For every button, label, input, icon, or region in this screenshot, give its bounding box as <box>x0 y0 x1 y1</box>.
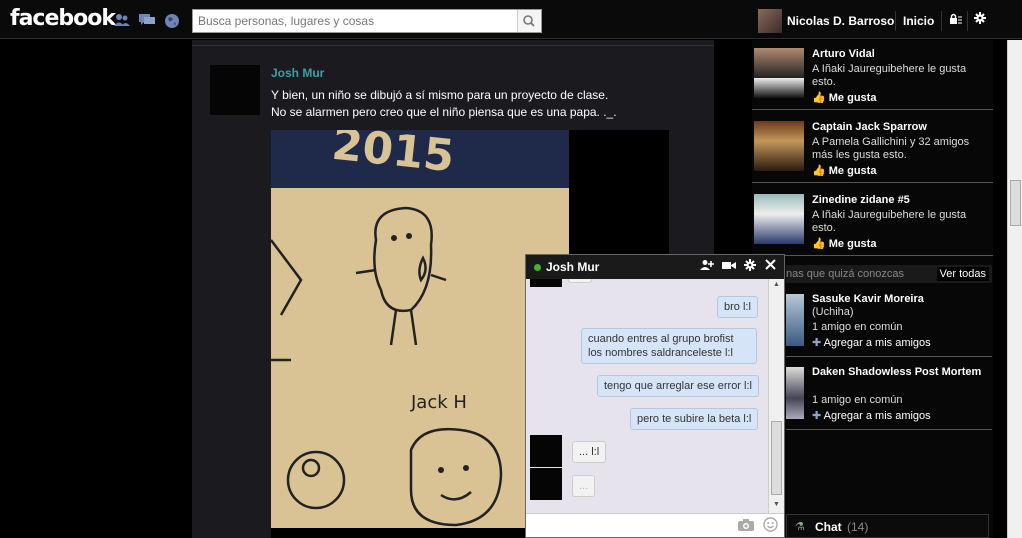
person-photo[interactable] <box>786 367 804 419</box>
scroll-up-icon[interactable]: ▲ <box>773 281 780 288</box>
chat-messages[interactable]: bro l:l cuando entres al grupo brofist l… <box>526 279 768 513</box>
emoticon-icon[interactable] <box>763 517 778 535</box>
pymk-person: Sasuke Kavir Moreira (Uchiha) 1 amigo en … <box>786 287 992 357</box>
add-friend-button[interactable]: ✚ Agregar a mis amigos <box>812 409 931 422</box>
add-friend-button[interactable]: ✚ Agregar a mis amigos <box>812 336 931 349</box>
person-name[interactable]: Sasuke Kavir Moreira (Uchiha) <box>812 293 992 319</box>
top-bar: facebook Nicolas D. Barroso Inicio <box>0 0 1022 39</box>
page-name[interactable]: Zinedine zidane #5 <box>812 194 910 206</box>
chat-scrollbar[interactable]: ▲ ▼ <box>768 279 784 513</box>
video-call-icon[interactable] <box>722 259 736 274</box>
facebook-page: facebook Nicolas D. Barroso Inicio <box>0 0 1022 538</box>
online-status-icon <box>534 264 541 271</box>
divider <box>895 11 896 31</box>
page-name[interactable]: Arturo Vidal <box>812 48 875 60</box>
people-you-may-know-header: nas que quizá conozcas Ver todas <box>786 265 992 283</box>
pymk-title: nas que quizá conozcas <box>786 268 905 280</box>
page-suggestion[interactable]: Arturo Vidal A Iñaki Jaureguibehere le g… <box>752 40 993 110</box>
friend-requests-icon[interactable] <box>114 13 130 27</box>
chat-sidebar-toggle[interactable]: ⚗ Chat (14) <box>786 514 989 538</box>
page-photo[interactable] <box>754 194 804 244</box>
add-friends-to-chat-icon[interactable] <box>700 259 714 274</box>
add-friend-label: Agregar a mis amigos <box>823 410 931 422</box>
search-input[interactable] <box>193 10 515 32</box>
online-count: (14) <box>847 520 869 534</box>
facebook-logo[interactable]: facebook <box>10 6 116 31</box>
pymk-person: Daken Shadowless Post Mortem 1 amigo en … <box>786 360 992 430</box>
chat-contact-name[interactable]: Josh Mur <box>546 260 599 274</box>
message-bubble: ... l:l <box>572 441 607 463</box>
chat-message-input[interactable] <box>526 514 726 536</box>
chat-status-icon: ⚗ <box>795 521 805 533</box>
post-author-name[interactable]: Josh Mur <box>271 66 324 80</box>
mutual-friends[interactable]: 1 amigo en común <box>812 321 903 333</box>
post-text: Y bien, un niño se dibujó a sí mismo par… <box>271 87 617 121</box>
chat-options-gear-icon[interactable] <box>744 259 756 274</box>
user-avatar[interactable] <box>758 9 782 33</box>
like-link[interactable]: 👍 Me gusta <box>812 237 876 250</box>
see-all-link[interactable]: Ver todas <box>936 267 989 281</box>
add-friend-icon: ✚ <box>812 337 822 349</box>
chat-window: Josh Mur bro l:l cuando entres al grupo … <box>525 254 785 538</box>
like-label: Me gusta <box>828 165 877 177</box>
like-label: Me gusta <box>828 238 877 250</box>
scroll-down-icon[interactable]: ▼ <box>773 501 780 508</box>
close-icon[interactable] <box>765 259 776 273</box>
page-description: A Iñaki Jaureguibehere le gusta esto. <box>812 209 967 234</box>
contact-avatar[interactable] <box>530 279 562 287</box>
add-friend-label: Agregar a mis amigos <box>823 337 931 349</box>
camera-icon[interactable] <box>738 518 754 534</box>
contact-avatar[interactable] <box>530 468 562 500</box>
chat-header[interactable]: Josh Mur <box>526 255 784 279</box>
post-author-avatar[interactable] <box>210 65 260 115</box>
thumbs-up-icon: 👍 <box>812 238 826 250</box>
page-name[interactable]: Captain Jack Sparrow <box>812 121 927 133</box>
page-description: A Iñaki Jaureguibehere le gusta esto. <box>812 63 967 88</box>
like-label: Me gusta <box>828 92 877 104</box>
like-link[interactable]: 👍 Me gusta <box>812 91 876 104</box>
messages-icon[interactable] <box>139 13 155 27</box>
mutual-friends[interactable]: 1 amigo en común <box>812 394 903 406</box>
drawing-name-text: Jack H <box>410 392 467 413</box>
settings-gear-icon[interactable] <box>974 12 986 27</box>
person-photo[interactable] <box>786 294 804 346</box>
chat-composer <box>526 513 784 537</box>
message-bubble: tengo que arreglar ese error l:l <box>597 375 759 397</box>
post-text-line: No se alarmen pero creo que el niño pien… <box>271 105 617 119</box>
search-button[interactable] <box>517 10 541 32</box>
privacy-shortcuts-icon[interactable] <box>949 12 963 29</box>
add-friend-icon: ✚ <box>812 410 822 422</box>
page-suggestion[interactable]: Zinedine zidane #5 A Iñaki Jaureguibeher… <box>752 186 993 256</box>
thumbs-up-icon: 👍 <box>812 165 826 177</box>
post-text-line: Y bien, un niño se dibujó a sí mismo par… <box>271 88 609 102</box>
contact-avatar[interactable] <box>530 435 562 467</box>
page-photo[interactable] <box>754 121 804 171</box>
divider <box>967 11 968 31</box>
person-name[interactable]: Daken Shadowless Post Mortem <box>812 366 992 379</box>
page-description: A Pamela Gallichini y 32 amigos más les … <box>812 136 970 161</box>
notifications-globe-icon[interactable] <box>164 13 180 28</box>
search-box <box>192 9 542 33</box>
chat-label: Chat <box>815 520 842 534</box>
page-photo[interactable] <box>754 48 804 98</box>
message-bubble: cuando entres al grupo brofist los nombr… <box>581 328 757 364</box>
like-link[interactable]: 👍 Me gusta <box>812 164 876 177</box>
page-suggestion[interactable]: Captain Jack Sparrow A Pamela Gallichini… <box>752 113 993 183</box>
home-link[interactable]: Inicio <box>903 14 934 28</box>
thumbs-up-icon: 👍 <box>812 92 826 104</box>
message-bubble: pero te subire la beta l:l <box>630 408 759 430</box>
scrollbar-thumb[interactable] <box>771 421 782 495</box>
message-bubble: bro l:l <box>717 296 758 318</box>
typing-indicator: ... <box>572 475 596 497</box>
search-icon <box>523 15 535 27</box>
divider <box>192 45 714 46</box>
message-bubble <box>568 279 592 283</box>
page-scrollbar[interactable] <box>1007 40 1022 538</box>
divider <box>941 11 942 31</box>
scrollbar-thumb[interactable] <box>1010 180 1021 226</box>
profile-link[interactable]: Nicolas D. Barroso <box>787 14 894 28</box>
